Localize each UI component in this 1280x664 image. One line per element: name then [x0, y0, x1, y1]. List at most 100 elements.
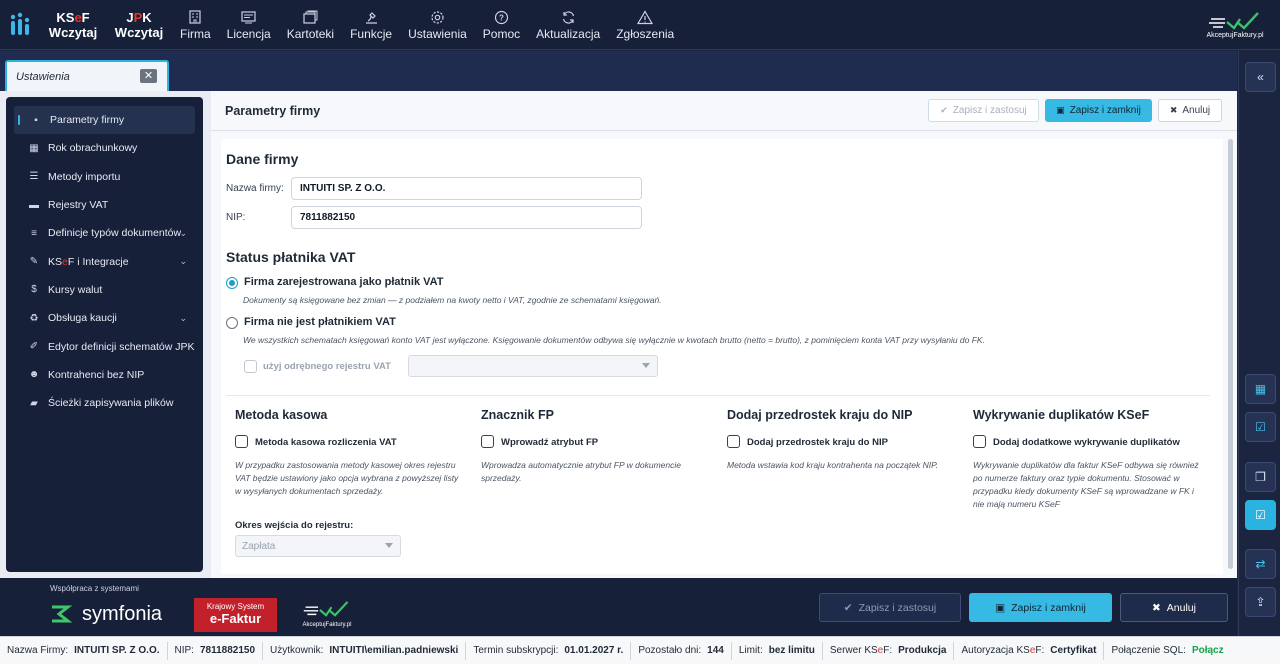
chevron-down-icon: [385, 543, 393, 548]
svg-text:?: ?: [499, 13, 504, 22]
footer-apply-button[interactable]: ✔ Zapisz i zastosuj: [819, 593, 961, 622]
brand-label: AkceptujFaktury.pl: [1206, 32, 1264, 39]
section-title-dane: Dane firmy: [226, 151, 299, 167]
sliders-icon: ☰: [29, 171, 39, 183]
sidebar-item-parametry-firmy[interactable]: ▪ Parametry firmy: [14, 106, 195, 135]
scrollbar[interactable]: [1228, 139, 1233, 569]
menu-licencja[interactable]: Licencja: [219, 0, 279, 49]
right-rail: « ▦ ☑ ❐ ☑ ⇄ ⇪: [1238, 51, 1280, 636]
cash-method-checkbox[interactable]: [235, 435, 248, 448]
sidebar-item-metody-importu[interactable]: ☰ Metody importu: [6, 163, 203, 191]
menu-funkcje[interactable]: Funkcje: [342, 0, 400, 49]
transfer-button[interactable]: ⇄: [1245, 549, 1276, 579]
cooperation-label: Współpraca z systemami: [50, 584, 139, 593]
non-vat-payer-label[interactable]: Firma nie jest płatnikiem VAT: [244, 316, 396, 328]
footer-save-close-button[interactable]: ▣ Zapisz i zamknij: [969, 593, 1112, 622]
building-icon: [188, 8, 202, 26]
menu-aktualizacja[interactable]: Aktualizacja: [528, 0, 608, 49]
dollar-icon: $: [31, 284, 37, 296]
dup-desc: Wykrywanie duplikatów dla faktur KSeF od…: [973, 460, 1199, 509]
dup-label[interactable]: Dodaj dodatkowe wykrywanie duplikatów: [993, 437, 1180, 448]
sidebar-item-kursy-walut[interactable]: $ Kursy walut: [6, 276, 203, 304]
calendar-icon: ▦: [1254, 382, 1267, 396]
nip-field[interactable]: 7811882150: [291, 206, 642, 229]
menu-ustawienia[interactable]: Ustawienia: [400, 0, 475, 49]
check-icon: ✔: [940, 105, 948, 115]
sidebar-item-rok-obrachunkowy[interactable]: ▦ Rok obrachunkowy: [6, 134, 203, 162]
symfonia-logo: symfonia: [48, 602, 162, 626]
section-title-kasowa: Metoda kasowa: [235, 408, 328, 422]
list-icon: ≡: [31, 227, 37, 239]
company-name-field[interactable]: INTUITI SP. Z O.O.: [291, 177, 642, 200]
ksef-system-logo: Krajowy System e-Faktur: [194, 598, 277, 632]
prefix-desc: Metoda wstawia kod kraju kontrahenta na …: [727, 460, 939, 470]
fp-label[interactable]: Wprowadź atrybut FP: [501, 437, 598, 448]
status-subscription: Termin subskrypcji: 01.01.2027 r.: [466, 641, 632, 660]
fp-checkbox[interactable]: [481, 435, 494, 448]
vat-register-select[interactable]: [408, 355, 658, 377]
apply-button[interactable]: ✔ Zapisz i zastosuj: [928, 99, 1039, 122]
dup-checkbox[interactable]: [973, 435, 986, 448]
separate-register-checkbox[interactable]: [244, 360, 257, 373]
cash-method-label[interactable]: Metoda kasowa rozliczenia VAT: [255, 437, 397, 448]
status-firm: Nazwa Firmy: INTUITI SP. Z O.O.: [0, 641, 168, 660]
warning-icon: [637, 8, 654, 26]
prefix-label[interactable]: Dodaj przedrostek kraju do NIP: [747, 437, 888, 448]
approve-button[interactable]: ☑: [1245, 500, 1276, 530]
non-vat-payer-radio[interactable]: [226, 317, 238, 329]
section-title-prefix: Dodaj przedrostek kraju do NIP: [727, 408, 913, 422]
cancel-button[interactable]: ✖ Anuluj: [1158, 99, 1222, 122]
tab-label: Ustawienia: [16, 71, 70, 83]
prefix-checkbox[interactable]: [727, 435, 740, 448]
company-name-label: Nazwa firmy:: [226, 183, 284, 194]
sidebar-item-rejestry-vat[interactable]: ▬ Rejestry VAT: [6, 191, 203, 219]
save-icon: ▣: [995, 601, 1006, 614]
vat-payer-label[interactable]: Firma zarejestrowana jako płatnik VAT: [244, 276, 444, 288]
users-icon: ☻: [28, 369, 40, 381]
jpk-load-button[interactable]: JPK Wczytaj: [106, 0, 172, 49]
upload-button[interactable]: ⇪: [1245, 587, 1276, 617]
akceptuj-faktury-logo[interactable]: AkceptujFaktury.pl: [1200, 0, 1280, 49]
calendar-button[interactable]: ▦: [1245, 374, 1276, 404]
tab-strip: Ustawienia ✕: [0, 51, 1237, 92]
sidebar-item-sciezki[interactable]: ▰ Ścieżki zapisywania plików: [6, 389, 203, 417]
period-select[interactable]: Zapłata: [235, 535, 401, 557]
vat-payer-desc: Dokumenty są księgowane bez zmian — z po…: [243, 295, 662, 305]
menu-zgloszenia[interactable]: Zgłoszenia: [608, 0, 682, 49]
app-logo[interactable]: [0, 0, 40, 49]
akceptuj-faktury-footer-logo: AkceptujFaktury.pl: [295, 598, 359, 632]
status-auth: Autoryzacja KS e F: Certyfikat: [954, 641, 1105, 660]
sidebar-item-obsluga-kaucji[interactable]: ♻ Obsługa kaucji ⌄: [6, 304, 203, 332]
chevron-down-icon: ⌄: [179, 312, 187, 323]
nip-label: NIP:: [226, 212, 246, 223]
refresh-icon: [561, 8, 576, 26]
vat-payer-radio[interactable]: [226, 277, 238, 289]
status-limit: Limit: bez limitu: [732, 641, 823, 660]
sidebar-item-ksef-integracje[interactable]: ✎ KSeF i Integracje ⌄: [6, 247, 203, 275]
save-close-button[interactable]: ▣ Zapisz i zamknij: [1045, 99, 1152, 122]
functions-icon: [364, 8, 379, 26]
save-icon: ▣: [1056, 105, 1065, 115]
menu-firma[interactable]: Firma: [172, 0, 219, 49]
footer-cancel-button[interactable]: ✖ Anuluj: [1120, 593, 1228, 622]
copy-button[interactable]: ❐: [1245, 462, 1276, 492]
sidebar-item-kontrahenci-bez-nip[interactable]: ☻ Kontrahenci bez NIP: [6, 361, 203, 389]
ksef-load-button[interactable]: KSeF Wczytaj: [40, 0, 106, 49]
sidebar-item-definicje-typow[interactable]: ≡ Definicje typów dokumentów ⌄: [6, 219, 203, 247]
folders-icon: [303, 8, 318, 26]
sidebar-item-edytor-jpk[interactable]: ✐ Edytor definicji schematów JPK: [6, 332, 203, 360]
recycle-icon: ♻: [29, 312, 39, 324]
calendar-check-button[interactable]: ☑: [1245, 412, 1276, 442]
copy-icon: ❐: [1255, 470, 1266, 484]
content-header: Parametry firmy ✔ Zapisz i zastosuj ▣ Zapi…: [211, 91, 1237, 131]
check-icon: ✔: [843, 601, 853, 614]
menu-kartoteki[interactable]: Kartoteki: [279, 0, 342, 49]
section-title-vat: Status płatnika VAT: [226, 249, 356, 265]
collapse-panel-button[interactable]: «: [1245, 62, 1276, 92]
tab-ustawienia[interactable]: Ustawienia ✕: [5, 60, 169, 92]
header-actions: ✔ Zapisz i zastosuj ▣ Zapisz i zamknij ✖ An…: [928, 99, 1222, 122]
menu-pomoc[interactable]: ? Pomoc: [475, 0, 528, 49]
folder-icon: ▰: [30, 397, 38, 409]
close-tab-icon[interactable]: ✕: [140, 69, 157, 83]
page-title: Parametry firmy: [225, 103, 321, 118]
